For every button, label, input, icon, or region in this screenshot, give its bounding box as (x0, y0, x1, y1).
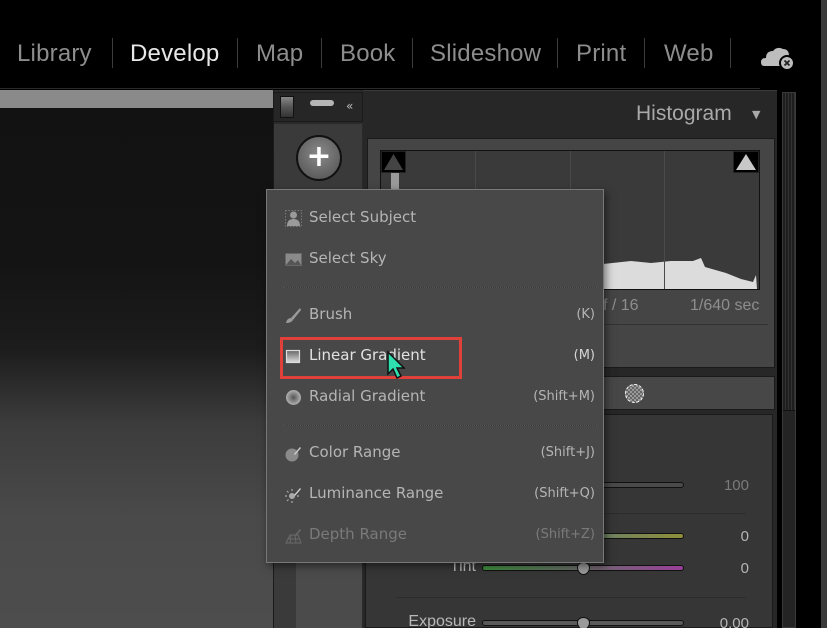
aperture-readout: f / 16 (603, 297, 639, 314)
histogram-gridline (664, 151, 665, 289)
window-edge (821, 0, 827, 628)
module-develop[interactable]: Develop (130, 40, 219, 68)
radial-gradient-icon (286, 390, 301, 405)
module-separator (412, 38, 413, 68)
module-slideshow[interactable]: Slideshow (430, 40, 541, 68)
menu-item-label: Select Subject (309, 208, 417, 226)
slider-thumb-exposure[interactable] (577, 617, 590, 628)
triangle-up-icon (736, 154, 756, 170)
module-web[interactable]: Web (664, 40, 714, 68)
menu-item-color-range[interactable]: Color Range (Shift+J) (267, 438, 603, 468)
module-separator (730, 38, 731, 68)
panel-scrollbar-thumb[interactable] (783, 93, 795, 411)
collapse-panel-button[interactable]: « (346, 96, 353, 116)
masking-tool-icon[interactable] (625, 384, 644, 403)
module-separator (321, 38, 322, 68)
slider-label-exposure: Exposure (408, 613, 476, 628)
luminance-range-icon (285, 488, 301, 503)
menu-item-shortcut: (Shift+Z) (535, 527, 596, 542)
depth-range-icon (285, 529, 302, 544)
menu-item-brush[interactable]: Brush (K) (267, 300, 603, 330)
slider-value-tint[interactable]: 0 (689, 560, 749, 577)
menu-item-radial-gradient[interactable]: Radial Gradient (Shift+M) (267, 382, 603, 412)
slider-value-amount[interactable]: 100 (689, 477, 749, 494)
menu-item-depth-range: Depth Range (Shift+Z) (267, 520, 603, 550)
module-library[interactable]: Library (17, 40, 92, 68)
menu-item-shortcut: (K) (576, 307, 595, 322)
histogram-title[interactable]: Histogram (636, 102, 732, 126)
highlight-clipping-toggle[interactable] (733, 151, 759, 173)
menu-item-label: Luminance Range (309, 484, 444, 502)
shadow-clipping-toggle[interactable] (381, 151, 406, 173)
color-range-icon (285, 447, 301, 462)
module-bar-border (0, 88, 760, 89)
panel-drag-handle[interactable] (310, 100, 334, 106)
menu-item-shortcut: (Shift+Q) (534, 486, 595, 501)
module-print[interactable]: Print (576, 40, 626, 68)
cloud-sync-error-icon[interactable] (760, 40, 800, 72)
module-separator (237, 38, 238, 68)
menu-separator (283, 425, 597, 426)
histogram-divider (603, 324, 768, 325)
photo-canvas[interactable] (0, 90, 273, 628)
slider-value-exposure[interactable]: 0.00 (689, 615, 749, 628)
annotation-highlight-box (280, 337, 462, 379)
menu-item-label: Radial Gradient (309, 387, 426, 405)
photo-canvas-top-edge (0, 90, 273, 108)
brush-icon (286, 308, 301, 323)
module-separator (644, 38, 645, 68)
shutter-speed-readout: 1/640 sec (690, 297, 760, 314)
panel-collapse-triangle-icon[interactable]: ▼ (752, 108, 760, 121)
menu-item-shortcut: (M) (573, 348, 595, 363)
plus-icon: + (306, 139, 332, 174)
mask-thumbnail[interactable] (280, 96, 294, 118)
menu-item-select-sky[interactable]: Select Sky (267, 244, 603, 274)
mouse-cursor-icon (387, 350, 406, 380)
slider-value-temp[interactable]: 0 (689, 528, 749, 545)
menu-item-luminance-range[interactable]: Luminance Range (Shift+Q) (267, 479, 603, 509)
panel-divider (396, 597, 746, 598)
menu-item-label: Depth Range (309, 525, 407, 543)
menu-item-shortcut: (Shift+J) (540, 445, 595, 460)
module-separator (112, 38, 113, 68)
menu-item-shortcut: (Shift+M) (533, 389, 595, 404)
menu-separator (283, 287, 597, 288)
select-subject-icon (285, 210, 302, 227)
slider-thumb-tint[interactable] (577, 562, 590, 575)
menu-item-label: Brush (309, 305, 353, 323)
module-separator (557, 38, 558, 68)
menu-item-label: Select Sky (309, 249, 387, 267)
module-book[interactable]: Book (340, 40, 396, 68)
module-picker: Library Develop Map Book Slideshow Print… (0, 0, 827, 89)
menu-item-label: Color Range (309, 443, 401, 461)
menu-item-select-subject[interactable]: Select Subject (267, 203, 603, 233)
create-new-mask-button[interactable]: + (296, 135, 342, 181)
select-sky-icon (285, 253, 302, 266)
triangle-up-icon (384, 154, 403, 170)
module-map[interactable]: Map (256, 40, 303, 68)
